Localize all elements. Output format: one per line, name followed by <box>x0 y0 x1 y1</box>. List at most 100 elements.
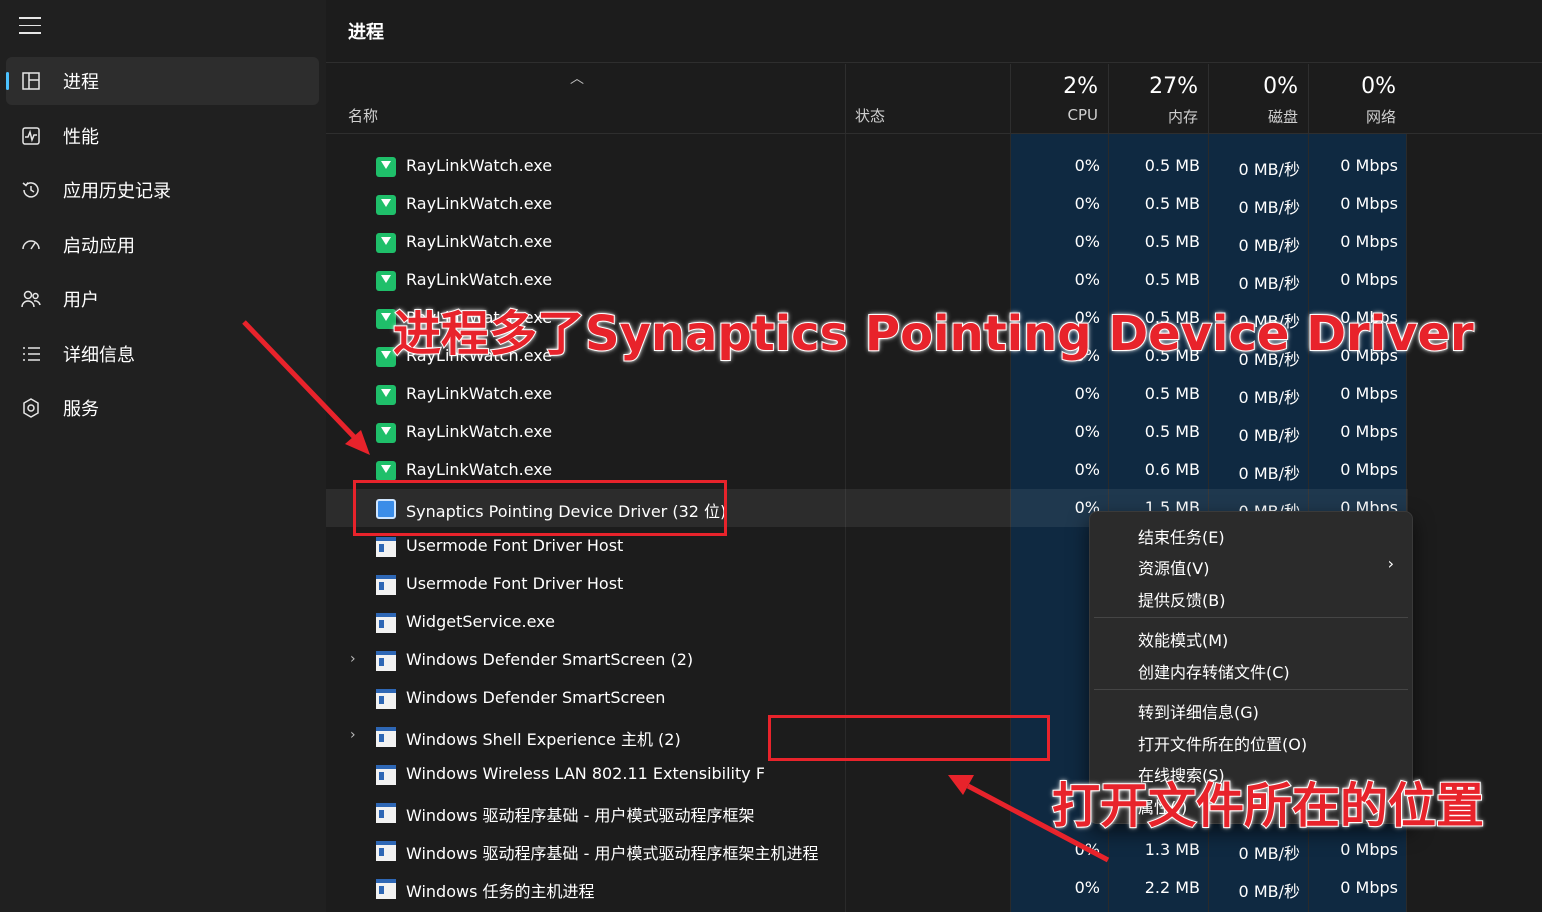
menu-item-create-dump[interactable]: 创建内存转储文件(C) <box>1138 659 1290 683</box>
cell-cpu: 0% <box>1074 460 1100 479</box>
cell-cpu: 0% <box>1074 840 1100 859</box>
sidebar-item-label: 性能 <box>63 127 99 148</box>
process-name: RayLinkWatch.exe <box>406 156 553 175</box>
process-name: RayLinkWatch.exe <box>406 270 553 289</box>
sidebar-item-label: 应用历史记录 <box>63 181 171 202</box>
column-header-network[interactable]: 0% 网络 <box>1308 64 1406 134</box>
window-app-icon <box>376 727 396 747</box>
details-list-icon <box>19 342 43 366</box>
cell-net: 0 Mbps <box>1340 384 1398 403</box>
table-row[interactable]: RayLinkWatch.exe 0% 0.5 MB 0 MB/秒 0 Mbps <box>326 413 1408 451</box>
column-header-name[interactable]: ︿ 名称 <box>326 64 845 134</box>
cell-net: 0 Mbps <box>1340 422 1398 441</box>
window-app-icon <box>376 689 396 709</box>
process-name: RayLinkWatch.exe <box>406 232 553 251</box>
memory-total-percent: 27% <box>1149 74 1198 99</box>
process-name: Usermode Font Driver Host <box>406 574 624 593</box>
expand-chevron-icon[interactable]: › <box>350 651 356 667</box>
services-puzzle-icon <box>19 396 43 420</box>
sidebar-item-performance[interactable]: 性能 <box>6 112 319 160</box>
cell-net: 0 Mbps <box>1340 460 1398 479</box>
hamburger-menu-icon[interactable] <box>19 17 41 35</box>
network-total-percent: 0% <box>1361 74 1396 99</box>
menu-item-end-task[interactable]: 结束任务(E) <box>1138 524 1225 548</box>
window-app-icon <box>376 537 396 557</box>
headline-annotation: 进程多了Synaptics Pointing Device Driver <box>392 305 1475 363</box>
cell-cpu: 0% <box>1074 878 1100 897</box>
cell-cpu: 0% <box>1074 498 1100 517</box>
column-header-disk[interactable]: 0% 磁盘 <box>1208 64 1308 134</box>
process-name: WidgetService.exe <box>406 612 555 631</box>
cell-disk: 0 MB/秒 <box>1238 160 1300 179</box>
column-header-cpu[interactable]: 2% CPU <box>1010 64 1108 134</box>
menu-item-resource-values[interactable]: 资源值(V) <box>1138 555 1209 579</box>
cell-cpu: 0% <box>1074 422 1100 441</box>
startup-speedometer-icon <box>19 233 43 257</box>
process-name: Usermode Font Driver Host <box>406 536 624 555</box>
cell-disk: 0 MB/秒 <box>1238 844 1300 863</box>
column-header-label: 状态 <box>855 107 886 125</box>
sort-ascending-icon: ︿ <box>570 71 584 87</box>
menu-item-open-file-location[interactable]: 打开文件所在的位置(O) <box>1138 731 1307 755</box>
disk-total-percent: 0% <box>1263 74 1298 99</box>
column-header-memory[interactable]: 27% 内存 <box>1108 64 1208 134</box>
cell-net: 0 Mbps <box>1340 878 1398 897</box>
raylink-app-icon <box>376 233 396 253</box>
header-divider <box>326 133 1542 134</box>
cell-cpu: 0% <box>1074 270 1100 289</box>
sidebar-item-label: 进程 <box>63 72 99 93</box>
menu-item-go-to-details[interactable]: 转到详细信息(G) <box>1138 699 1259 723</box>
sidebar-item-startup[interactable]: 启动应用 <box>6 221 319 269</box>
column-header-label: 网络 <box>1365 108 1396 126</box>
sidebar-item-services[interactable]: 服务 <box>6 384 319 432</box>
expand-chevron-icon[interactable]: › <box>350 727 356 743</box>
cell-net: 0 Mbps <box>1340 232 1398 251</box>
performance-chart-icon <box>19 124 43 148</box>
column-header-label: CPU <box>1067 106 1099 124</box>
sidebar-item-processes[interactable]: 进程 <box>6 57 319 105</box>
submenu-chevron-icon: › <box>1387 554 1394 573</box>
cell-mem: 0.5 MB <box>1144 156 1200 175</box>
process-name: Windows 驱动程序基础 - 用户模式驱动程序框架 <box>406 806 755 825</box>
table-row[interactable]: RayLinkWatch.exe 0% 0.5 MB 0 MB/秒 0 Mbps <box>326 185 1408 223</box>
cell-net: 0 Mbps <box>1340 194 1398 213</box>
sidebar-item-app-history[interactable]: 应用历史记录 <box>6 166 319 214</box>
users-icon <box>19 287 43 311</box>
table-row[interactable]: Windows 任务的主机进程 0% 2.2 MB 0 MB/秒 0 Mbps <box>326 869 1408 907</box>
raylink-app-icon <box>376 385 396 405</box>
column-header-status[interactable]: 状态 <box>845 64 1008 134</box>
cell-net: 0 Mbps <box>1340 156 1398 175</box>
raylink-app-icon <box>376 195 396 215</box>
cell-net: 0 Mbps <box>1340 270 1398 289</box>
sidebar-item-label: 服务 <box>63 399 99 420</box>
cell-disk: 0 MB/秒 <box>1238 426 1300 445</box>
process-name: RayLinkWatch.exe <box>406 460 553 479</box>
cell-mem: 0.5 MB <box>1144 422 1200 441</box>
cell-disk: 0 MB/秒 <box>1238 274 1300 293</box>
window-app-icon <box>376 613 396 633</box>
open-location-highlight-box <box>768 715 1050 761</box>
history-clock-icon <box>19 178 43 202</box>
sidebar-item-users[interactable]: 用户 <box>6 275 319 323</box>
table-row[interactable]: RayLinkWatch.exe 0% 0.5 MB 0 MB/秒 0 Mbps <box>326 223 1408 261</box>
table-row[interactable]: RayLinkWatch.exe 0% 0.5 MB 0 MB/秒 0 Mbps <box>326 147 1408 185</box>
process-name: RayLinkWatch.exe <box>406 194 553 213</box>
cell-mem: 0.5 MB <box>1144 384 1200 403</box>
process-name: Windows Defender SmartScreen <box>406 688 666 707</box>
cell-mem: 0.5 MB <box>1144 232 1200 251</box>
cell-disk: 0 MB/秒 <box>1238 388 1300 407</box>
table-row[interactable]: RayLinkWatch.exe 0% 0.5 MB 0 MB/秒 0 Mbps <box>326 375 1408 413</box>
table-row[interactable]: Windows 驱动程序基础 - 用户模式驱动程序框架主机进程 0% 1.3 MB 0… <box>326 831 1408 869</box>
raylink-app-icon <box>376 157 396 177</box>
sidebar-item-details[interactable]: 详细信息 <box>6 330 319 378</box>
sidebar-item-label: 用户 <box>63 290 99 311</box>
menu-item-efficiency-mode[interactable]: 效能模式(M) <box>1138 627 1228 651</box>
raylink-app-icon <box>376 461 396 481</box>
menu-item-feedback[interactable]: 提供反馈(B) <box>1138 587 1225 611</box>
process-name: RayLinkWatch.exe <box>406 422 553 441</box>
column-header-label: 名称 <box>348 107 379 125</box>
cell-cpu: 0% <box>1074 232 1100 251</box>
sidebar: 进程 性能 应用历史记录 启动应用 用户 详细信息 服务 <box>0 0 326 912</box>
cell-disk: 0 MB/秒 <box>1238 882 1300 901</box>
raylink-app-icon <box>376 271 396 291</box>
